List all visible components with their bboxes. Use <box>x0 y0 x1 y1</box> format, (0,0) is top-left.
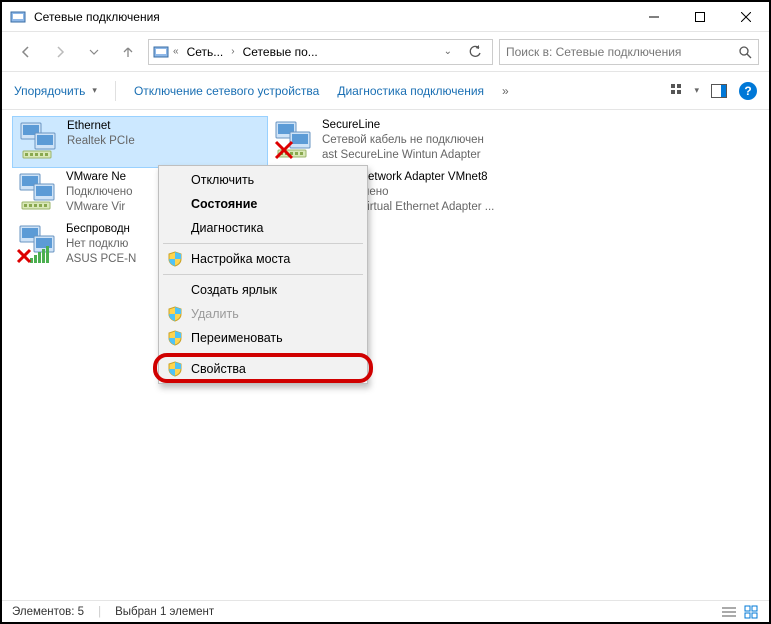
context-menu: Отключить Состояние Диагностика Настройка м… <box>158 165 368 384</box>
network-adapter-icon <box>16 170 60 214</box>
disable-device-button[interactable]: Отключение сетевого устройства <box>134 84 319 98</box>
menu-item[interactable]: Переименовать <box>161 326 365 350</box>
menu-separator <box>163 353 363 354</box>
connection-status: Подключено <box>66 185 133 200</box>
selection-status: Выбран 1 элемент <box>115 606 214 618</box>
menu-item-label: Состояние <box>191 197 257 211</box>
organize-button[interactable]: Упорядочить <box>14 84 97 98</box>
menu-item[interactable]: Настройка моста <box>161 247 365 271</box>
connection-labels: SecureLine Сетевой кабель не подключен a… <box>322 118 484 163</box>
menu-separator <box>163 243 363 244</box>
menu-item[interactable]: Создать ярлык <box>161 278 365 302</box>
connection-labels: VMware Ne Подключено VMware Vir <box>66 170 133 215</box>
close-button[interactable] <box>723 2 769 32</box>
maximize-button[interactable] <box>677 2 723 32</box>
menu-item[interactable]: Состояние <box>161 192 365 216</box>
refresh-button[interactable] <box>462 45 488 59</box>
menu-item-label: Создать ярлык <box>191 283 277 297</box>
up-button[interactable] <box>114 38 142 66</box>
forward-button[interactable] <box>46 38 74 66</box>
window-title: Сетевые подключения <box>34 10 631 24</box>
network-adapter-icon <box>272 118 316 162</box>
connection-adapter: Realtek PCIe <box>67 134 135 149</box>
connection-labels: Ethernet Realtek PCIe <box>67 119 135 149</box>
breadcrumb-part[interactable]: Сеть... <box>183 45 228 59</box>
connection-name: Беспроводн <box>66 222 136 237</box>
uac-shield-icon <box>167 361 183 377</box>
connection-adapter: ast SecureLine Wintun Adapter <box>322 148 484 163</box>
connection-adapter: ASUS PCE-N <box>66 252 136 267</box>
view-options-button[interactable] <box>671 84 699 98</box>
menu-item[interactable]: Отключить <box>161 168 365 192</box>
statusbar: Элементов: 5 | Выбран 1 элемент <box>2 600 769 622</box>
uac-shield-icon <box>167 330 183 346</box>
window-controls <box>631 2 769 32</box>
menu-item-label: Свойства <box>191 362 246 376</box>
uac-shield-icon <box>167 306 183 322</box>
app-icon <box>10 9 26 25</box>
separator <box>115 81 116 101</box>
details-view-icon[interactable] <box>721 604 737 620</box>
breadcrumb-part[interactable]: Сетевые по... <box>239 45 322 59</box>
uac-shield-icon <box>167 251 183 267</box>
network-adapter-icon <box>17 119 61 163</box>
preview-pane-button[interactable] <box>711 84 727 98</box>
item-count: Элементов: 5 <box>12 606 84 618</box>
connection-name: VMware Ne <box>66 170 133 185</box>
minimize-button[interactable] <box>631 2 677 32</box>
network-adapter-icon <box>16 222 60 266</box>
menu-item: Удалить <box>161 302 365 326</box>
connection-status: Нет подклю <box>66 237 136 252</box>
menu-separator <box>163 274 363 275</box>
recent-dropdown[interactable] <box>80 38 108 66</box>
connection-name: Ethernet <box>67 119 135 134</box>
search-icon <box>738 45 752 59</box>
menu-item-label: Отключить <box>191 173 254 187</box>
more-button[interactable]: » <box>502 84 509 98</box>
menu-item-label: Удалить <box>191 307 239 321</box>
menu-item-label: Переименовать <box>191 331 283 345</box>
menu-item-label: Настройка моста <box>191 252 290 266</box>
history-dropdown[interactable]: ⌄ <box>438 46 458 57</box>
back-button[interactable] <box>12 38 40 66</box>
connection-list: Ethernet Realtek PCIe SecureLine Сетевой… <box>2 112 769 598</box>
chevron-right-icon: › <box>231 46 234 57</box>
menu-item[interactable]: Свойства <box>161 357 365 381</box>
titlebar: Сетевые подключения <box>2 2 769 32</box>
connection-item[interactable]: SecureLine Сетевой кабель не подключен a… <box>268 116 524 168</box>
search-input[interactable]: Поиск в: Сетевые подключения <box>499 39 759 65</box>
folder-icon <box>153 44 169 60</box>
help-button[interactable]: ? <box>739 82 757 100</box>
menu-item[interactable]: Диагностика <box>161 216 365 240</box>
addressbar: « Сеть... › Сетевые по... ⌄ Поиск в: Сет… <box>2 32 769 72</box>
window-frame: Сетевые подключения « Сеть... › Сетевые … <box>0 0 771 624</box>
connection-labels: Беспроводн Нет подклю ASUS PCE-N <box>66 222 136 267</box>
command-bar: Упорядочить Отключение сетевого устройст… <box>2 72 769 110</box>
connection-name: SecureLine <box>322 118 484 133</box>
connection-adapter: VMware Vir <box>66 200 133 215</box>
menu-item-label: Диагностика <box>191 221 263 235</box>
address-box[interactable]: « Сеть... › Сетевые по... ⌄ <box>148 39 493 65</box>
connection-item[interactable]: Ethernet Realtek PCIe <box>12 116 268 168</box>
diagnose-button[interactable]: Диагностика подключения <box>337 84 484 98</box>
large-icons-view-icon[interactable] <box>743 604 759 620</box>
connection-status: Сетевой кабель не подключен <box>322 133 484 148</box>
search-placeholder: Поиск в: Сетевые подключения <box>506 45 738 59</box>
chevron-icon: « <box>173 46 179 57</box>
